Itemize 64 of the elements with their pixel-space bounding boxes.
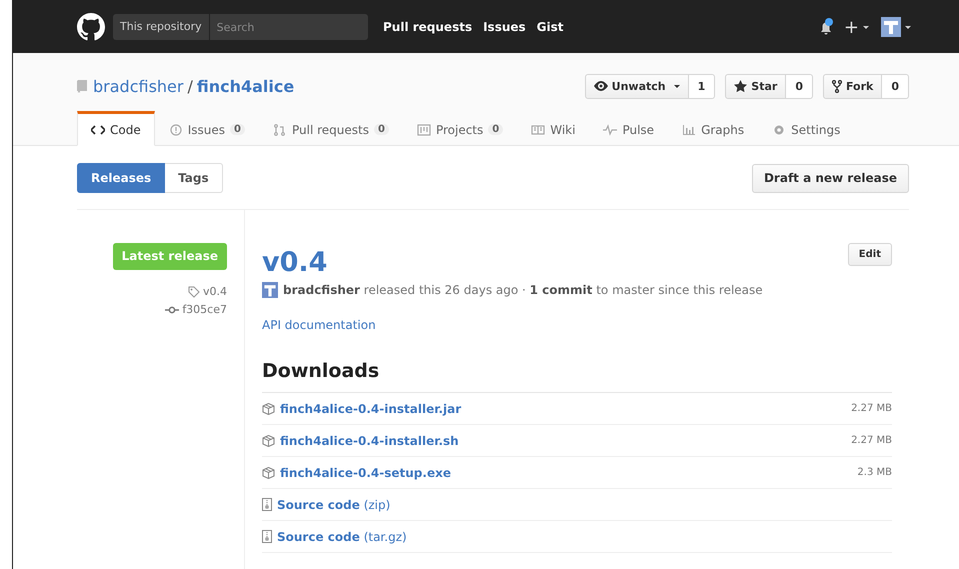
asset-link[interactable]: finch4alice-0.4-installer.jar (280, 402, 462, 416)
fork-button[interactable]: Fork (822, 74, 882, 98)
book-icon (531, 124, 546, 136)
project-board-icon (416, 124, 431, 136)
subnav-tab[interactable]: Tags (165, 163, 223, 193)
fork-icon (832, 80, 842, 92)
package-icon (262, 402, 275, 414)
asset-link[interactable]: Source code (tar.gz) (277, 530, 407, 544)
asset-size: 2.27 MB (851, 403, 892, 414)
repo-tab[interactable]: Code (77, 111, 155, 146)
pull-request-icon (273, 124, 287, 136)
asset-link[interactable]: finch4alice-0.4-setup.exe (280, 466, 451, 480)
repo-tab[interactable]: Pull requests 0 (259, 111, 403, 146)
file-zip-icon (262, 498, 272, 511)
social-count[interactable]: 0 (882, 74, 909, 98)
social-count[interactable]: 0 (786, 74, 813, 98)
search-field[interactable]: Search (210, 14, 368, 40)
repo-tab[interactable]: Projects 0 (402, 111, 518, 146)
new-menu[interactable]: + (844, 16, 869, 38)
bar-graph-icon (682, 124, 696, 136)
search-scope-label[interactable]: This repository (113, 14, 210, 40)
asset-link[interactable]: Source code (zip) (277, 498, 390, 512)
package-icon (262, 466, 275, 478)
settings-icon (772, 124, 786, 136)
release-meta: bradcfisher released this 26 days ago · 1 commit to master since this release (283, 283, 763, 297)
repo-tab[interactable]: Issues 0 (154, 111, 259, 146)
header-link[interactable]: Gist (536, 20, 564, 34)
repo-tab[interactable]: Wiki (517, 111, 590, 146)
repo-tab[interactable]: Pulse (589, 111, 668, 146)
header-link[interactable]: Issues (483, 20, 526, 34)
avatar-icon (262, 282, 278, 298)
commit-link[interactable]: f305ce7 (182, 303, 227, 316)
file-zip-icon (262, 530, 272, 543)
eye-icon (594, 81, 608, 91)
watch-button[interactable]: Unwatch (584, 74, 689, 98)
avatar-menu[interactable] (881, 17, 911, 37)
path-separator: / (187, 76, 193, 96)
package-icon (262, 434, 275, 446)
code-icon (91, 124, 105, 136)
release-title[interactable]: v0.4 (262, 247, 328, 278)
logo-icon[interactable] (77, 13, 105, 41)
draft-release-button[interactable]: Draft a new release (752, 164, 909, 192)
repo-name-link[interactable]: finch4alice (196, 76, 294, 96)
repo-icon (77, 80, 87, 92)
repo-owner-link[interactable]: bradcfisher (93, 76, 184, 96)
repo-tab[interactable]: Settings (758, 111, 854, 146)
edit-button[interactable]: Edit (848, 243, 892, 266)
star-icon (734, 80, 748, 92)
commit-icon (165, 306, 180, 314)
header-link[interactable]: Pull requests (383, 20, 472, 34)
tag-link[interactable]: v0.4 (202, 285, 227, 298)
social-count[interactable]: 1 (688, 74, 716, 98)
issue-icon (168, 124, 183, 136)
downloads-heading: Downloads (262, 360, 892, 393)
tag-icon (188, 286, 200, 298)
star-button[interactable]: Star (725, 74, 786, 98)
latest-release-label: Latest release (112, 243, 227, 270)
pulse-icon (603, 124, 618, 136)
asset-size: 2.3 MB (857, 467, 892, 478)
asset-link[interactable]: finch4alice-0.4-installer.sh (280, 434, 459, 448)
repo-tab[interactable]: Graphs (668, 111, 758, 146)
asset-size: 2.27 MB (851, 435, 892, 446)
documentation-link[interactable]: API documentation (262, 318, 892, 332)
subnav-tab[interactable]: Releases (77, 163, 166, 193)
